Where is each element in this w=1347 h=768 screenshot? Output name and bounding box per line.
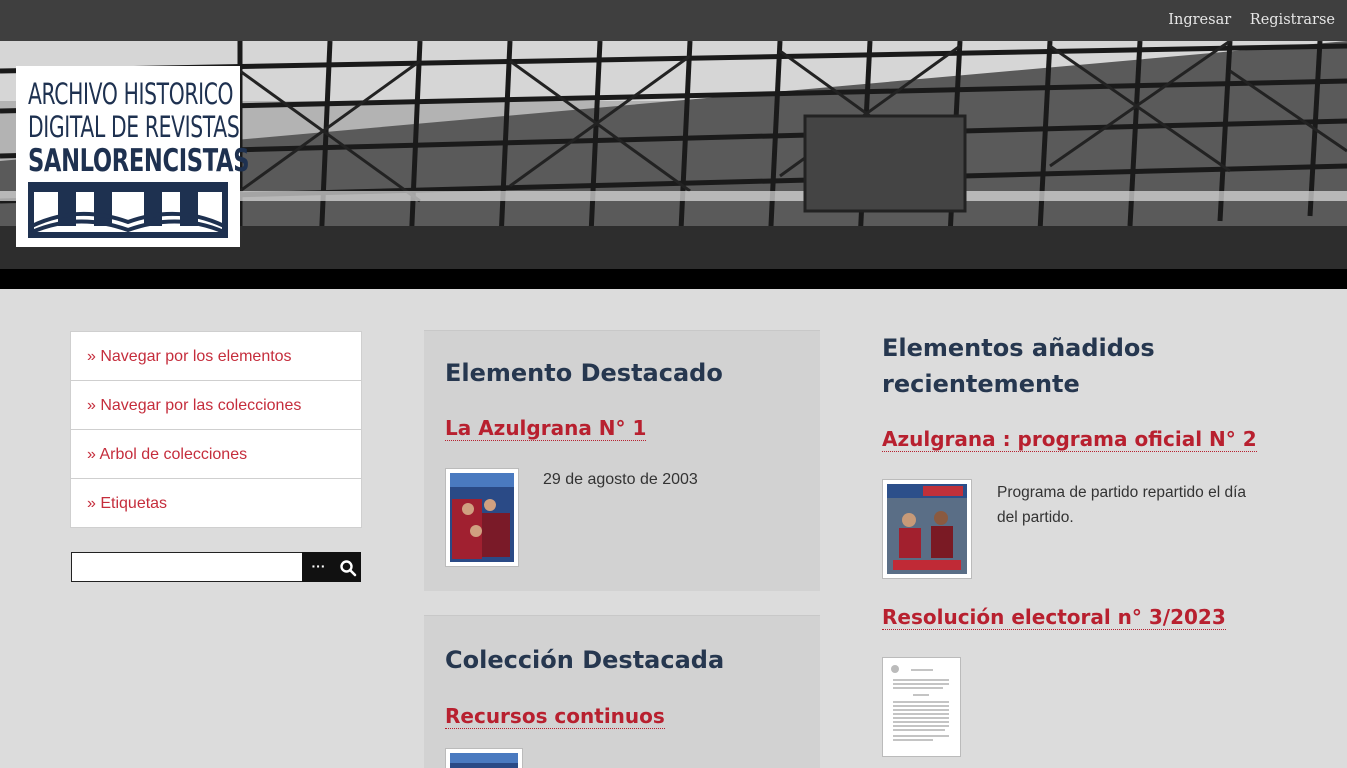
recent-item-title[interactable]: Azulgrana : programa oficial N° 2 — [882, 427, 1257, 452]
search-form: ··· — [71, 552, 361, 582]
logo-line-1: ARCHIVO HISTORICO — [28, 77, 234, 111]
sidebar-item-browse-items[interactable]: » Navegar por los elementos — [71, 332, 361, 381]
collection-cover-image — [450, 753, 518, 768]
search-icon — [340, 560, 357, 577]
search-submit-button[interactable] — [335, 552, 361, 582]
program-cover-image — [887, 484, 967, 574]
sidebar-nav: » Navegar por los elementos » Navegar po… — [70, 331, 362, 528]
search-input[interactable] — [71, 552, 303, 582]
sidebar-item-tags[interactable]: » Etiquetas — [71, 479, 361, 527]
document-page-image — [883, 658, 960, 756]
banner-bottom-bar — [0, 269, 1347, 289]
account-links: Ingresar Registrarse — [1154, 12, 1335, 28]
featured-collection-panel: Colección Destacada Recursos continuos — [424, 615, 820, 768]
recent-item-description: Programa de partido repartido el día del… — [997, 484, 1247, 526]
advanced-search-button[interactable]: ··· — [302, 552, 335, 582]
featured-collection-thumbnail[interactable] — [445, 748, 523, 768]
featured-collection-title[interactable]: Recursos continuos — [445, 704, 665, 729]
recent-item-thumbnail[interactable] — [882, 657, 961, 757]
open-book-icon — [28, 182, 228, 238]
recent-items-section: Elementos añadidos recientemente Azulgra… — [882, 330, 1302, 757]
magazine-cover-image — [450, 473, 514, 562]
recent-item-title[interactable]: Resolución electoral n° 3/2023 — [882, 605, 1226, 630]
sidebar-item-browse-collections[interactable]: » Navegar por las colecciones — [71, 381, 361, 430]
featured-item-thumbnail[interactable] — [445, 468, 519, 567]
site-logo[interactable]: ARCHIVO HISTORICO DIGITAL DE REVISTAS SA… — [16, 66, 250, 247]
featured-item-heading: Elemento Destacado — [445, 359, 723, 387]
recent-items-heading: Elementos añadidos recientemente — [882, 334, 1155, 398]
featured-item-date: 29 de agosto de 2003 — [543, 471, 698, 488]
featured-item-title[interactable]: La Azulgrana N° 1 — [445, 416, 647, 441]
register-link[interactable]: Registrarse — [1250, 12, 1335, 28]
top-bar: Ingresar Registrarse — [0, 0, 1347, 41]
recent-item-thumbnail[interactable] — [882, 479, 972, 579]
logo-line-2: DIGITAL DE REVISTAS — [28, 110, 240, 144]
logo-line-3: SANLORENCISTAS — [28, 143, 250, 179]
featured-item-panel: Elemento Destacado La Azulgrana N° 1 29 … — [424, 330, 820, 591]
sidebar-item-collection-tree[interactable]: » Arbol de colecciones — [71, 430, 361, 479]
featured-collection-heading: Colección Destacada — [445, 646, 725, 674]
login-link[interactable]: Ingresar — [1168, 12, 1231, 28]
